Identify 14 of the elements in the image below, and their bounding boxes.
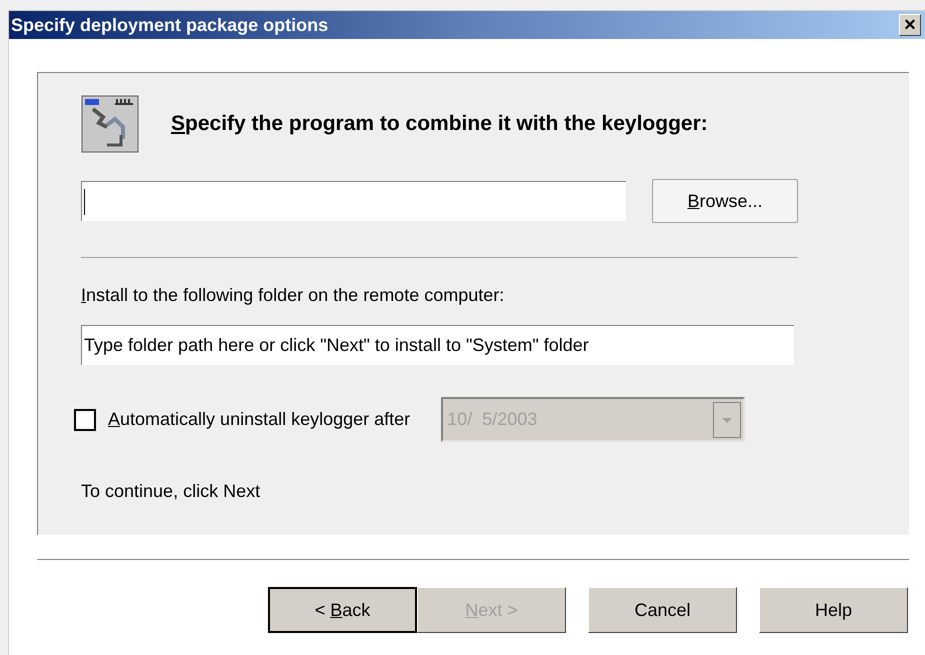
checkbox-label: Automatically uninstall keylogger after <box>108 408 410 431</box>
dialog-button[interactable]: Cancel <box>588 587 737 633</box>
section-heading: Specify the program to combine it with the keylogger: <box>171 111 708 138</box>
browse-button[interactable]: Browse... <box>652 179 798 223</box>
program-path-field[interactable] <box>81 181 626 221</box>
dialog-button[interactable]: < Back <box>268 587 417 633</box>
program-icon <box>81 95 139 153</box>
folder-path-field[interactable]: Type folder path here or click "Next" to install to "System" folder <box>81 325 794 365</box>
dialog-button[interactable]: Help <box>759 587 908 633</box>
folder-label: Install to the following folder on the remote computer: <box>81 284 506 307</box>
close-button[interactable]: × <box>899 14 921 36</box>
hint-text: To continue, click Next <box>81 480 262 503</box>
window-title: Specify deployment package options <box>10 14 328 37</box>
text-cursor <box>84 188 85 214</box>
